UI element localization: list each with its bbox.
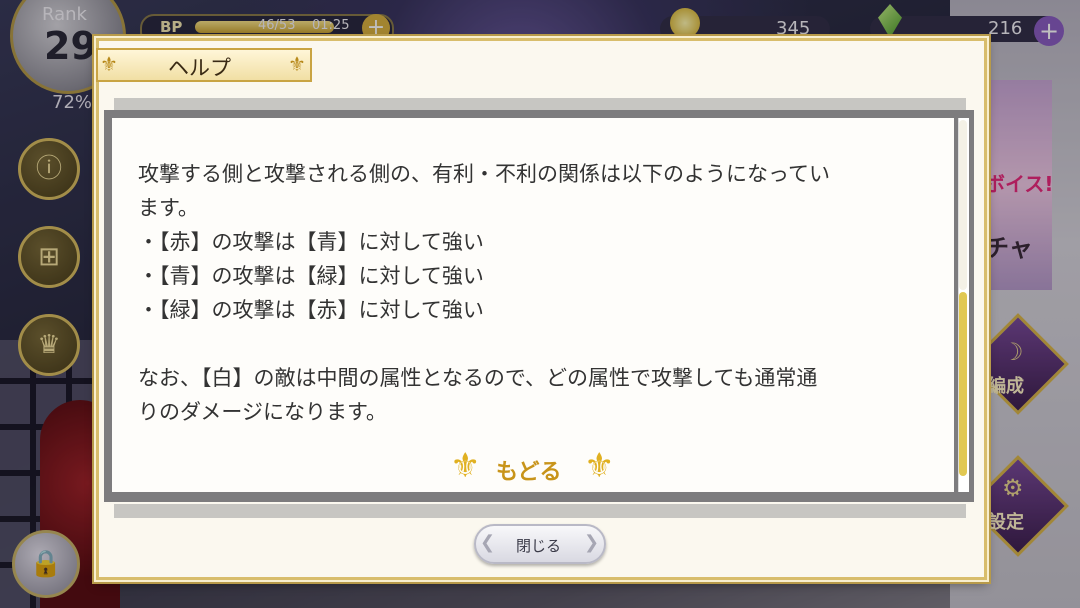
content-strip-bottom	[114, 504, 966, 518]
help-text-line: ・【青】の攻撃は【緑】に対して強い	[138, 264, 484, 288]
help-text-line: ます。	[138, 196, 199, 220]
help-text-line: 攻撃する側と攻撃される側の、有利・不利の関係は以下のようになってい	[138, 162, 830, 186]
dialog-title: ヘルプ	[168, 56, 231, 80]
scrollbar-thumb[interactable]	[959, 292, 967, 476]
help-text-line: りのダメージになります。	[138, 400, 387, 424]
help-text-line: ・【赤】の攻撃は【青】に対して強い	[138, 230, 484, 254]
help-text-line: なお、【白】の敵は中間の属性となるので、どの属性で攻撃しても通常通	[138, 366, 818, 390]
fleur-ornament-icon: ⚜	[288, 52, 306, 76]
close-button-label[interactable]: 閉じる	[516, 535, 561, 556]
chevron-right-icon: ❯	[584, 532, 600, 553]
fleur-ornament-icon: ⚜	[584, 446, 615, 486]
back-link[interactable]: もどる	[496, 454, 562, 486]
chevron-left-icon: ❮	[480, 532, 496, 553]
fleur-ornament-icon: ⚜	[450, 446, 481, 486]
fleur-ornament-icon: ⚜	[100, 52, 118, 76]
scrollbar-track-upper	[959, 120, 967, 290]
help-text-line: ・【緑】の攻撃は【赤】に対して強い	[138, 298, 484, 322]
